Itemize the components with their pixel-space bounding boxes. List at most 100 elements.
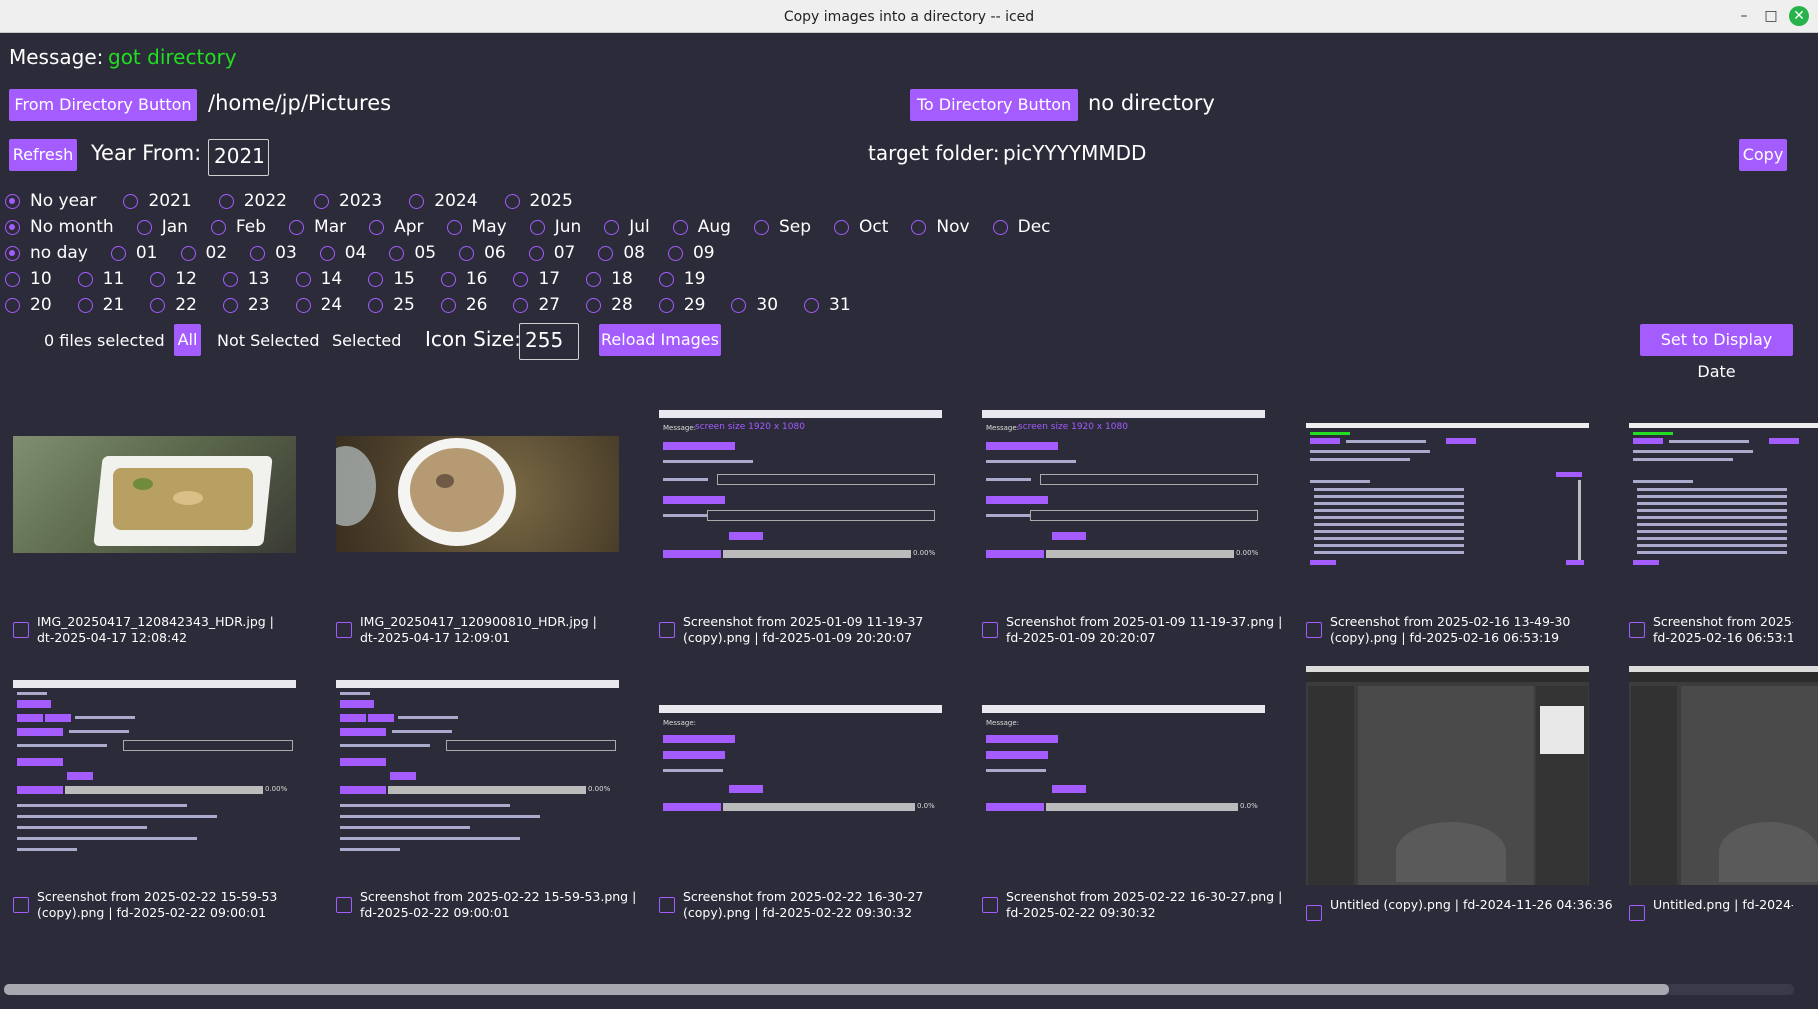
select-checkbox[interactable]	[659, 622, 675, 638]
minimize-icon[interactable]: –	[1734, 6, 1754, 26]
radio-circle-icon[interactable]	[389, 245, 405, 261]
thumbnail-image[interactable]: 0.00%	[13, 680, 296, 851]
year-from-input[interactable]: 2021	[208, 139, 269, 176]
to-directory-button[interactable]: To Directory Button	[910, 89, 1078, 121]
day-radio-29[interactable]: 29	[658, 295, 705, 315]
month-radio-mar[interactable]: Mar	[289, 217, 346, 237]
month-radio-dec[interactable]: Dec	[992, 217, 1051, 237]
day-radio-02[interactable]: 02	[180, 243, 227, 263]
radio-circle-icon[interactable]	[667, 245, 683, 261]
radio-circle-icon[interactable]	[598, 245, 614, 261]
close-icon[interactable]: ✕	[1789, 6, 1809, 26]
day-radio-25[interactable]: 25	[368, 295, 415, 315]
month-radio-sep[interactable]: Sep	[753, 217, 811, 237]
year-radio-2021[interactable]: 2021	[123, 191, 192, 211]
scrollbar-thumb[interactable]	[4, 984, 1669, 995]
day-radio-05[interactable]: 05	[389, 243, 436, 263]
radio-circle-icon[interactable]	[5, 219, 20, 235]
horizontal-scrollbar[interactable]	[4, 984, 1794, 995]
thumbnail-image[interactable]: Message: 0.0%	[982, 705, 1265, 815]
radio-circle-icon[interactable]	[911, 219, 927, 235]
year-radio-2023[interactable]: 2023	[313, 191, 382, 211]
radio-circle-icon[interactable]	[586, 271, 602, 287]
select-checkbox[interactable]	[1629, 905, 1645, 921]
month-radio-apr[interactable]: Apr	[369, 217, 424, 237]
radio-circle-icon[interactable]	[446, 219, 462, 235]
set-to-display-date-button[interactable]: Set to Display Date	[1640, 324, 1793, 381]
radio-circle-icon[interactable]	[672, 219, 688, 235]
radio-circle-icon[interactable]	[313, 193, 329, 209]
filter-not-selected-button[interactable]: Not Selected	[217, 331, 319, 350]
day-radio-no-day[interactable]: no day	[5, 243, 88, 263]
thumbnail-image[interactable]	[1306, 423, 1589, 566]
day-radio-28[interactable]: 28	[586, 295, 633, 315]
radio-circle-icon[interactable]	[250, 245, 266, 261]
year-radio-2024[interactable]: 2024	[409, 191, 478, 211]
radio-circle-icon[interactable]	[289, 219, 305, 235]
year-radio-2025[interactable]: 2025	[504, 191, 573, 211]
day-radio-12[interactable]: 12	[150, 269, 197, 289]
radio-circle-icon[interactable]	[5, 245, 20, 261]
radio-circle-icon[interactable]	[210, 219, 226, 235]
month-radio-jul[interactable]: Jul	[604, 217, 650, 237]
maximize-icon[interactable]: □	[1761, 6, 1781, 26]
day-radio-04[interactable]: 04	[319, 243, 366, 263]
day-radio-11[interactable]: 11	[77, 269, 124, 289]
radio-circle-icon[interactable]	[604, 219, 620, 235]
day-radio-23[interactable]: 23	[222, 295, 270, 315]
select-checkbox[interactable]	[336, 897, 352, 913]
radio-circle-icon[interactable]	[440, 297, 456, 313]
day-radio-22[interactable]: 22	[150, 295, 197, 315]
radio-circle-icon[interactable]	[804, 297, 820, 313]
day-radio-30[interactable]: 30	[731, 295, 778, 315]
radio-circle-icon[interactable]	[295, 297, 311, 313]
day-radio-27[interactable]: 27	[513, 295, 560, 315]
day-radio-06[interactable]: 06	[459, 243, 506, 263]
day-radio-19[interactable]: 19	[658, 269, 705, 289]
select-checkbox[interactable]	[1306, 622, 1322, 638]
select-checkbox[interactable]	[1629, 622, 1645, 638]
radio-circle-icon[interactable]	[513, 271, 529, 287]
radio-circle-icon[interactable]	[295, 271, 311, 287]
radio-circle-icon[interactable]	[150, 297, 166, 313]
radio-circle-icon[interactable]	[319, 245, 335, 261]
day-radio-09[interactable]: 09	[667, 243, 715, 263]
radio-circle-icon[interactable]	[992, 219, 1008, 235]
select-checkbox[interactable]	[659, 897, 675, 913]
reload-images-button[interactable]: Reload Images	[599, 324, 721, 356]
radio-circle-icon[interactable]	[658, 271, 674, 287]
thumbnail-image[interactable]: Message: screen size 1920 x 1080 0.00%	[982, 410, 1265, 576]
select-checkbox[interactable]	[982, 897, 998, 913]
day-radio-17[interactable]: 17	[513, 269, 560, 289]
day-radio-01[interactable]: 01	[110, 243, 158, 263]
radio-circle-icon[interactable]	[731, 297, 747, 313]
thumbnail-image[interactable]	[336, 436, 619, 552]
radio-circle-icon[interactable]	[77, 297, 93, 313]
select-checkbox[interactable]	[13, 622, 29, 638]
month-radio-nov[interactable]: Nov	[911, 217, 970, 237]
radio-circle-icon[interactable]	[368, 297, 384, 313]
radio-circle-icon[interactable]	[658, 297, 674, 313]
day-radio-13[interactable]: 13	[222, 269, 270, 289]
year-radio-no-year[interactable]: No year	[5, 191, 96, 211]
icon-size-input[interactable]: 255	[519, 323, 579, 360]
day-radio-07[interactable]: 07	[528, 243, 575, 263]
select-checkbox[interactable]	[982, 622, 998, 638]
radio-circle-icon[interactable]	[5, 271, 20, 287]
radio-circle-icon[interactable]	[110, 245, 126, 261]
month-radio-oct[interactable]: Oct	[834, 217, 888, 237]
day-radio-21[interactable]: 21	[77, 295, 124, 315]
from-directory-button[interactable]: From Directory Button	[9, 89, 197, 121]
thumbnail-image[interactable]	[1629, 423, 1818, 566]
day-radio-10[interactable]: 10	[5, 269, 52, 289]
radio-circle-icon[interactable]	[834, 219, 850, 235]
day-radio-03[interactable]: 03	[250, 243, 297, 263]
refresh-button[interactable]: Refresh	[9, 139, 77, 171]
filter-all-button[interactable]: All	[174, 324, 201, 356]
month-radio-aug[interactable]: Aug	[672, 217, 731, 237]
day-radio-18[interactable]: 18	[586, 269, 633, 289]
month-radio-may[interactable]: May	[446, 217, 507, 237]
radio-circle-icon[interactable]	[368, 271, 384, 287]
month-radio-no-month[interactable]: No month	[5, 217, 114, 237]
select-checkbox[interactable]	[1306, 905, 1322, 921]
